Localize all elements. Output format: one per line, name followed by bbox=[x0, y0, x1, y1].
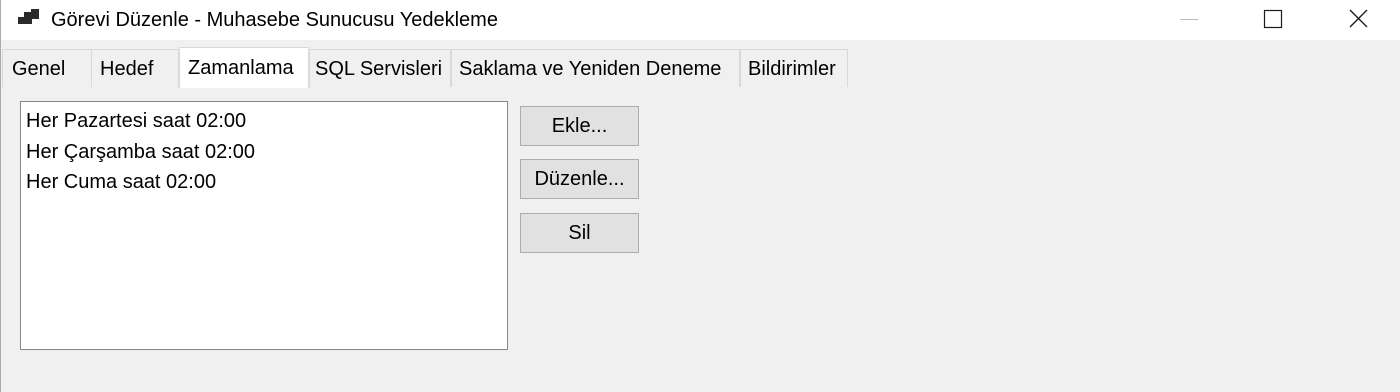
edit-schedule-button[interactable]: Düzenle... bbox=[520, 159, 639, 199]
maximize-button[interactable] bbox=[1245, 0, 1301, 40]
tab-zamanlama[interactable]: Zamanlama bbox=[179, 47, 309, 88]
tab-genel[interactable]: Genel bbox=[2, 49, 92, 87]
delete-schedule-button[interactable]: Sil bbox=[520, 213, 639, 253]
maximize-icon bbox=[1263, 9, 1283, 29]
tab-sql-servisleri[interactable]: SQL Servisleri bbox=[309, 49, 451, 87]
window-title: Görevi Düzenle - Muhasebe Sunucusu Yedek… bbox=[51, 9, 498, 31]
minimize-button[interactable] bbox=[1161, 0, 1217, 40]
edit-task-window: Görevi Düzenle - Muhasebe Sunucusu Yedek… bbox=[0, 0, 1400, 392]
close-button[interactable] bbox=[1330, 0, 1386, 40]
tab-saklama-ve-yeniden-deneme[interactable]: Saklama ve Yeniden Deneme bbox=[451, 49, 740, 87]
add-schedule-button[interactable]: Ekle... bbox=[520, 106, 639, 146]
tab-bildirimler[interactable]: Bildirimler bbox=[740, 49, 848, 87]
tab-hedef[interactable]: Hedef bbox=[91, 49, 179, 87]
tab-strip: Genel Hedef Zamanlama SQL Servisleri Sak… bbox=[1, 47, 1400, 88]
window-app-icon bbox=[18, 9, 40, 27]
schedule-list[interactable]: Her Pazartesi saat 02:00 Her Çarşamba sa… bbox=[20, 101, 508, 350]
list-item[interactable]: Her Çarşamba saat 02:00 bbox=[26, 140, 255, 164]
close-icon bbox=[1349, 9, 1368, 28]
minimize-icon bbox=[1180, 19, 1198, 20]
list-item[interactable]: Her Cuma saat 02:00 bbox=[26, 170, 216, 194]
title-bar[interactable]: Görevi Düzenle - Muhasebe Sunucusu Yedek… bbox=[1, 0, 1400, 40]
list-item[interactable]: Her Pazartesi saat 02:00 bbox=[26, 109, 246, 133]
tab-content-zamanlama: Her Pazartesi saat 02:00 Her Çarşamba sa… bbox=[1, 87, 1400, 392]
